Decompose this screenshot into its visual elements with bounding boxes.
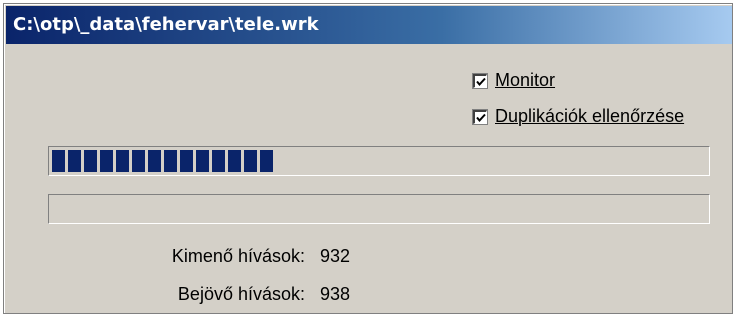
primary-progress-fill	[52, 150, 706, 172]
progress-block	[164, 150, 177, 172]
progress-block	[148, 150, 161, 172]
progress-block	[244, 150, 257, 172]
incoming-calls-value: 938	[320, 284, 351, 304]
progress-block	[52, 150, 65, 172]
progress-block	[180, 150, 193, 172]
duplicate-check-label: Duplikációk ellenőrzése	[495, 106, 685, 126]
outgoing-calls-value: 932	[320, 246, 351, 266]
duplicate-check-option[interactable]: Duplikációk ellenőrzése	[472, 106, 685, 127]
dialog-window: C:\otp\_data\fehervar\tele.wrk Monitor D…	[3, 3, 733, 314]
monitor-checkbox[interactable]	[472, 72, 488, 89]
secondary-progress-fill	[52, 198, 706, 220]
progress-block	[212, 150, 225, 172]
progress-block	[196, 150, 209, 172]
monitor-option[interactable]: Monitor	[472, 70, 556, 91]
progress-block	[228, 150, 241, 172]
incoming-calls-label: Bejövő hívások:	[177, 284, 305, 304]
progress-block	[132, 150, 145, 172]
title-bar[interactable]: C:\otp\_data\fehervar\tele.wrk	[6, 6, 732, 44]
check-mark-icon	[476, 113, 486, 122]
primary-progress-bar	[48, 146, 710, 176]
outgoing-calls-label: Kimenő hívások:	[171, 246, 305, 266]
progress-block	[116, 150, 129, 172]
progress-block	[100, 150, 113, 172]
progress-block	[260, 150, 273, 172]
window-title: C:\otp\_data\fehervar\tele.wrk	[13, 14, 319, 35]
duplicate-check-checkbox[interactable]	[472, 108, 488, 125]
progress-block	[68, 150, 81, 172]
progress-block	[84, 150, 97, 172]
secondary-progress-bar	[48, 194, 710, 224]
check-mark-icon	[476, 77, 486, 86]
monitor-label: Monitor	[495, 70, 556, 90]
